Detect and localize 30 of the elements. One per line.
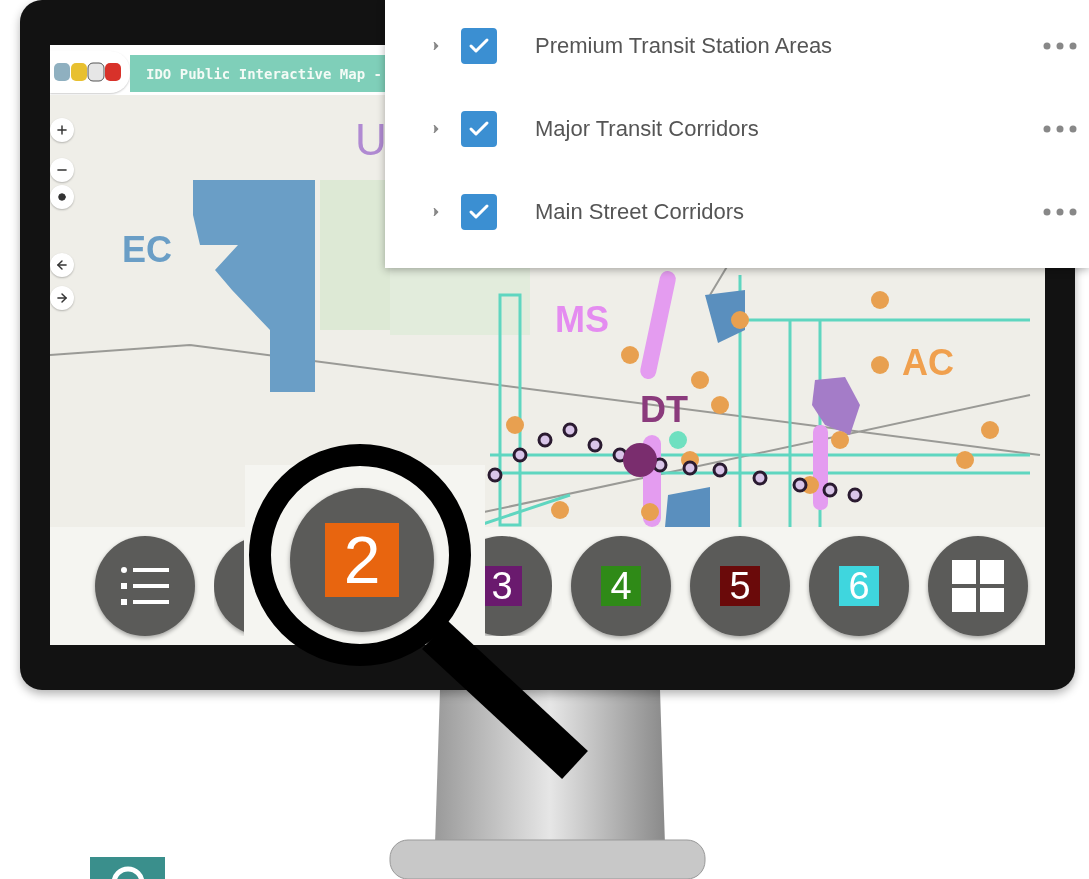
map-label: EC xyxy=(122,232,172,268)
map-label: MS xyxy=(555,302,609,338)
logo-icon xyxy=(54,61,122,83)
map-number-button[interactable]: 3 xyxy=(482,536,552,636)
map-number-button[interactable]: 4 xyxy=(571,536,671,636)
layer-name: Main Street Corridors xyxy=(535,198,746,225)
more-icon[interactable] xyxy=(1043,41,1077,50)
layer-name: Major Transit Corridors xyxy=(535,115,760,142)
plus-icon xyxy=(55,123,69,137)
map-label: DT xyxy=(640,392,688,428)
layer-checkbox[interactable] xyxy=(461,27,497,64)
app-title: IDO Public Interactive Map - xyxy=(146,65,382,82)
list-icon xyxy=(119,564,171,608)
map-label: U xyxy=(355,118,387,162)
station-marker xyxy=(669,431,687,449)
layer-name: Premium Transit Station Areas xyxy=(535,32,834,59)
activity-center-area xyxy=(812,377,860,435)
layer-checkbox[interactable] xyxy=(461,193,497,230)
more-icon[interactable] xyxy=(1043,207,1077,216)
grid-icon xyxy=(952,560,1004,612)
more-icon[interactable] xyxy=(1043,124,1077,133)
map-label: AC xyxy=(902,345,954,381)
layer-list-button[interactable] xyxy=(95,536,195,636)
map-number-button[interactable]: 5 xyxy=(690,536,790,636)
downtown-marker xyxy=(623,443,657,477)
arrow-left-icon xyxy=(55,258,69,272)
layer-checkbox[interactable] xyxy=(461,110,497,147)
dot-icon xyxy=(58,193,66,201)
arrow-right-icon xyxy=(55,291,69,305)
grid-button[interactable] xyxy=(928,536,1028,636)
